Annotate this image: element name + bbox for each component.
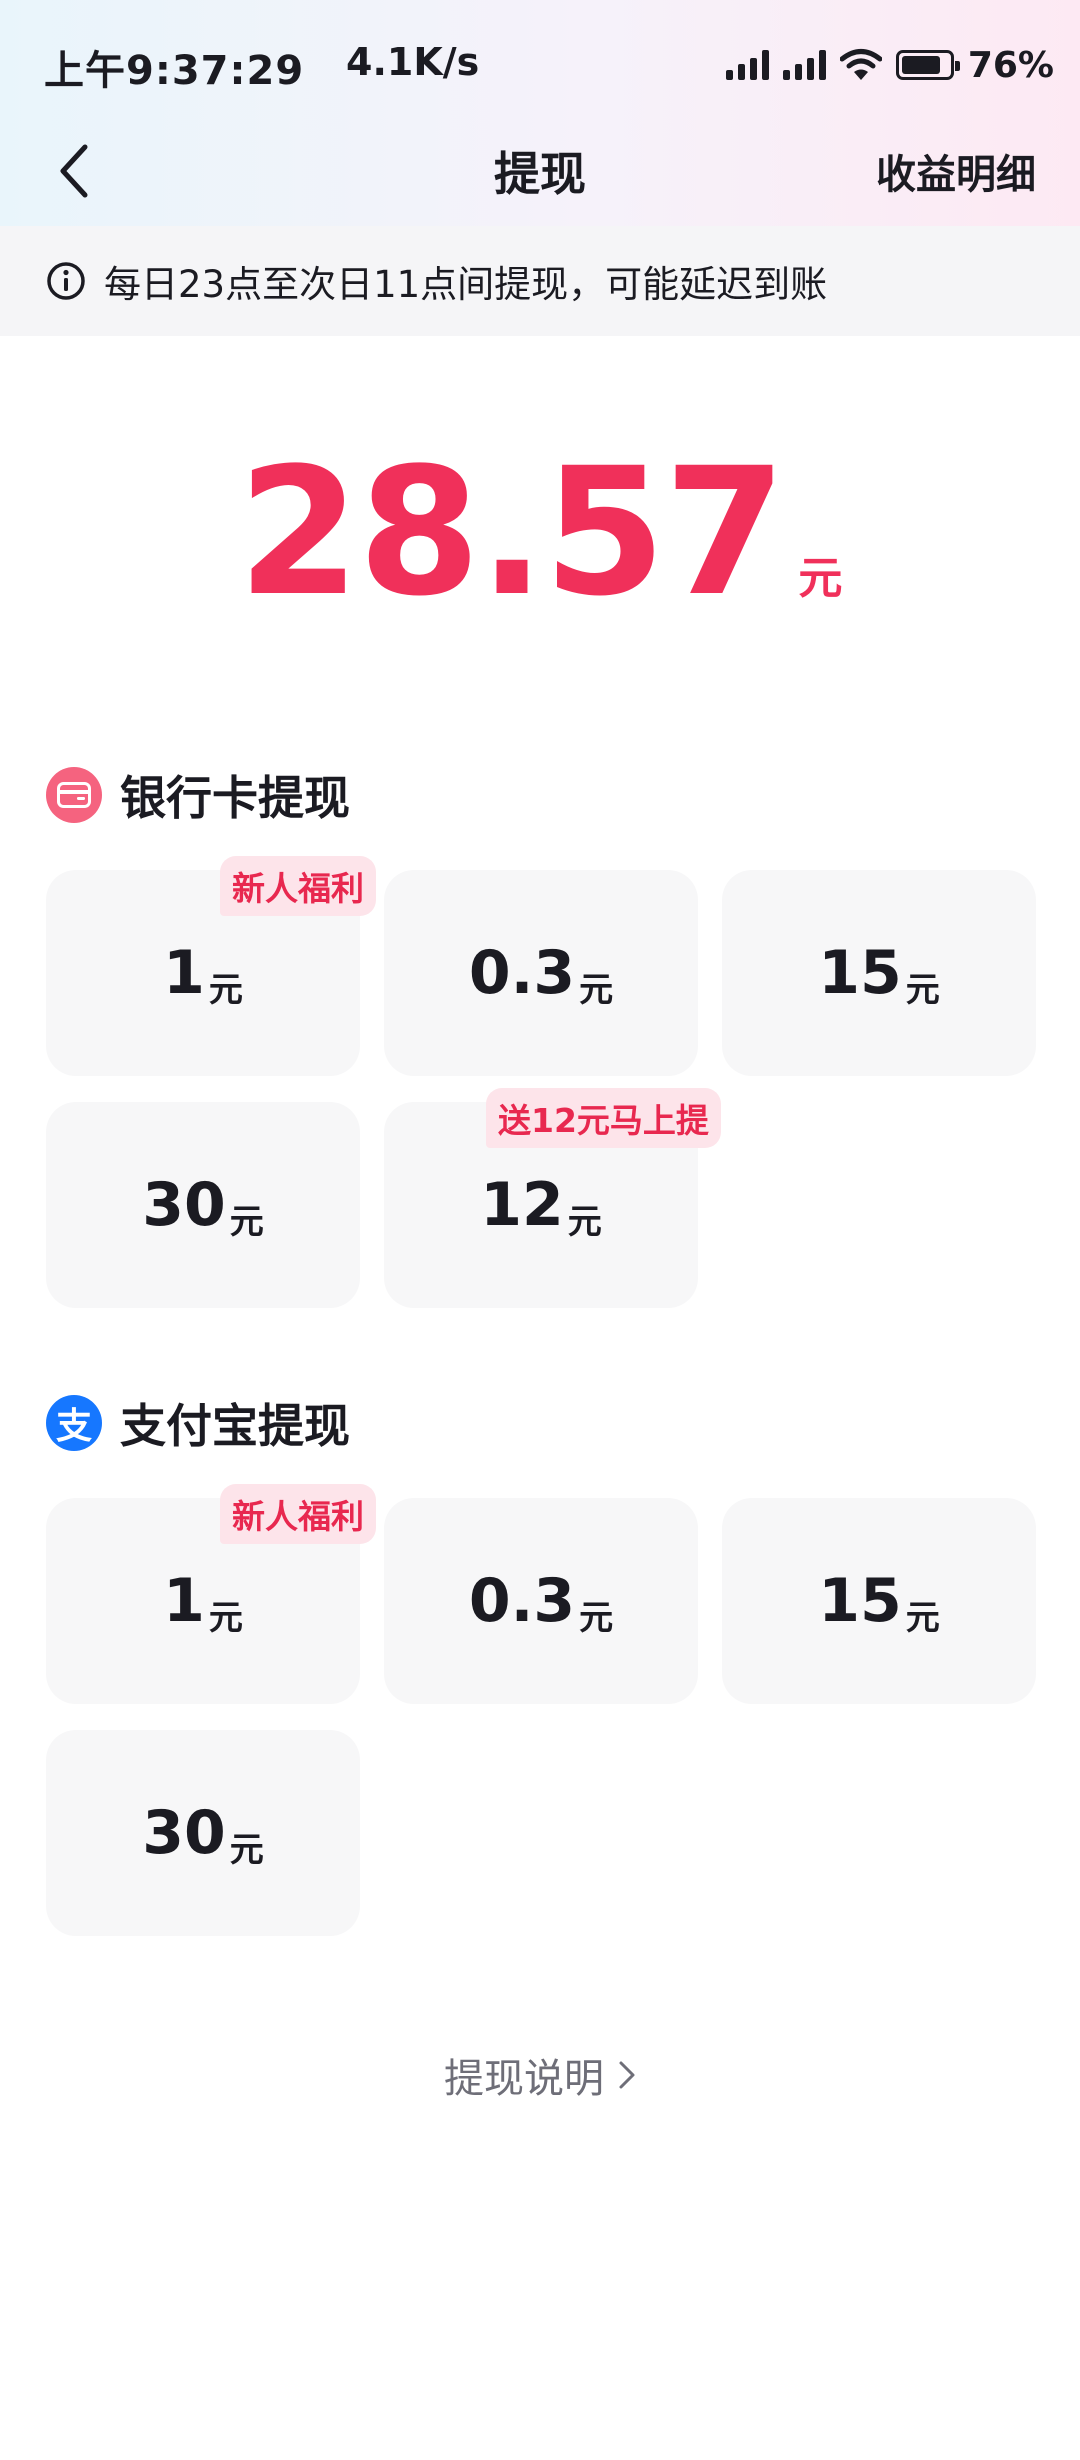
alipay-icon: 支 — [46, 1395, 102, 1451]
new-user-badge: 新人福利 — [220, 1484, 376, 1544]
option-value: 30 — [142, 1170, 226, 1240]
bank-options-grid: 1元 0.3 元 15 元 30 元 12 元 新人福利 送12元马上提 — [46, 856, 1036, 1310]
bank-section-header: 银行卡提现 — [46, 760, 350, 830]
alipay-option-3[interactable]: 15 元 — [722, 1498, 1036, 1704]
battery-percent: 76% — [967, 44, 1054, 86]
alipay-option-2[interactable]: 0.3 元 — [384, 1498, 698, 1704]
alipay-option-4[interactable]: 30 元 — [46, 1730, 360, 1936]
option-unit: 元 — [905, 1598, 940, 1638]
new-user-badge: 新人福利 — [220, 856, 376, 916]
notice-bar: 每日23点至次日11点间提现，可能延迟到账 — [0, 226, 1080, 336]
option-unit: 元 — [905, 970, 940, 1010]
bank-section-title: 银行卡提现 — [120, 771, 350, 825]
alipay-section-title: 支付宝提现 — [120, 1399, 350, 1453]
network-speed: 4.1K/s — [346, 40, 480, 84]
option-value: 0.3 — [468, 1566, 576, 1636]
option-value: 0.3 — [468, 938, 576, 1008]
explain-label: 提现说明 — [444, 2056, 604, 2102]
alipay-options-grid: 1元 0.3 元 15 元 30 元 新人福利 — [46, 1484, 1036, 1938]
option-unit: 元 — [579, 970, 614, 1010]
option-value: 15 — [818, 938, 902, 1008]
status-bar: 上午9:37:29 4.1K/s 76% — [0, 0, 1080, 130]
option-value: 1 — [163, 1566, 205, 1636]
option-unit: 元 — [208, 970, 243, 1010]
balance-display: 28.57 元 — [0, 430, 1080, 635]
chevron-right-icon — [619, 2061, 635, 2089]
option-value: 12 — [480, 1170, 564, 1240]
bank-option-2[interactable]: 0.3 元 — [384, 870, 698, 1076]
balance-unit: 元 — [798, 553, 843, 604]
option-unit: 元 — [229, 1830, 264, 1870]
earnings-detail-link[interactable]: 收益明细 — [876, 142, 1036, 200]
nav-bar: 提现 收益明细 — [0, 120, 1080, 226]
battery-icon — [895, 50, 960, 80]
balance-amount: 28.57 — [237, 430, 787, 635]
alipay-section-header: 支 支付宝提现 — [46, 1388, 350, 1458]
signal-icon-2 — [782, 50, 826, 80]
bank-card-icon — [46, 767, 102, 823]
signal-icon — [725, 50, 769, 80]
withdraw-page: 上午9:37:29 4.1K/s 76% 提现 收益明细 每日23点至次日11点… — [0, 0, 1080, 2460]
notice-text: 每日23点至次日11点间提现，可能延迟到账 — [104, 263, 828, 306]
top-bar: 上午9:37:29 4.1K/s 76% 提现 收益明细 — [0, 0, 1080, 226]
option-value: 30 — [142, 1798, 226, 1868]
withdraw-explain-link[interactable]: 提现说明 — [0, 2046, 1080, 2104]
bonus-badge: 送12元马上提 — [486, 1088, 721, 1148]
info-icon — [47, 262, 85, 300]
option-value: 1 — [163, 938, 205, 1008]
status-time: 上午9:37:29 — [44, 48, 305, 94]
option-unit: 元 — [208, 1598, 243, 1638]
option-unit: 元 — [579, 1598, 614, 1638]
option-unit: 元 — [229, 1202, 264, 1242]
status-icons: 76% — [725, 40, 1054, 90]
option-value: 15 — [818, 1566, 902, 1636]
bank-option-3[interactable]: 15 元 — [722, 870, 1036, 1076]
bank-option-4[interactable]: 30 元 — [46, 1102, 360, 1308]
wifi-icon — [839, 49, 882, 80]
option-unit: 元 — [567, 1202, 602, 1242]
